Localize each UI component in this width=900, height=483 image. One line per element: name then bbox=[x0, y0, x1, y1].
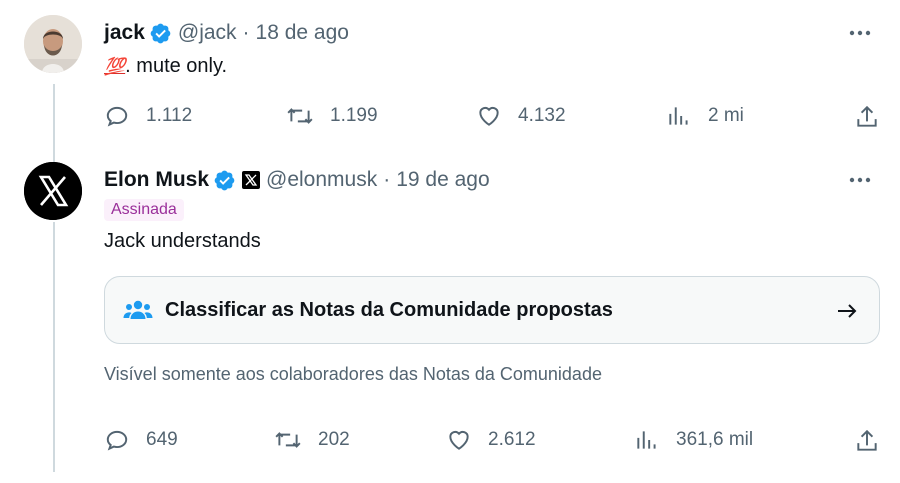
affiliate-x-icon[interactable] bbox=[242, 171, 261, 189]
notes-visibility-text: Visível somente aos colaboradores das No… bbox=[104, 364, 602, 384]
view-count: 361,6 mil bbox=[676, 429, 754, 450]
more-icon bbox=[849, 177, 871, 183]
author-name[interactable]: Elon Musk bbox=[104, 168, 209, 192]
x-logo-icon bbox=[24, 162, 82, 220]
reply-button[interactable]: 1.112 bbox=[104, 103, 192, 129]
repost-count: 202 bbox=[318, 429, 350, 450]
reply-icon bbox=[106, 106, 128, 127]
views-icon bbox=[669, 107, 688, 125]
author-handle[interactable]: @elonmusk bbox=[266, 168, 377, 192]
views-icon bbox=[637, 431, 656, 449]
reply-count: 1.112 bbox=[146, 105, 193, 126]
more-button[interactable] bbox=[840, 163, 880, 197]
repost-count: 1.199 bbox=[330, 105, 378, 126]
verified-icon bbox=[149, 22, 172, 45]
more-icon bbox=[849, 30, 871, 36]
share-button[interactable] bbox=[854, 104, 880, 135]
views-button[interactable]: 2 mi bbox=[666, 103, 744, 129]
separator: · bbox=[383, 168, 391, 191]
tweet-header: Elon Musk @elonmusk · 19 de ago bbox=[104, 163, 880, 197]
reply-count: 649 bbox=[146, 429, 178, 450]
reply-icon bbox=[106, 430, 128, 451]
hundred-points-emoji: 💯 bbox=[104, 57, 126, 76]
verified-icon bbox=[213, 169, 236, 192]
repost-icon bbox=[275, 432, 301, 448]
more-button[interactable] bbox=[840, 16, 880, 50]
tweet-header: jack @jack · 18 de ago bbox=[104, 16, 880, 50]
rate-notes-label: Classificar as Notas da Comunidade propo… bbox=[165, 298, 613, 321]
like-button[interactable]: 2.612 bbox=[446, 427, 536, 453]
tweet-elonmusk[interactable]: Elon Musk @elonmusk · 19 de ago Assinada… bbox=[104, 163, 880, 255]
tweet-date[interactable]: 18 de ago bbox=[256, 21, 349, 45]
repost-icon bbox=[287, 108, 313, 124]
subscribed-badge: Assinada bbox=[104, 199, 184, 221]
avatar-elonmusk[interactable] bbox=[24, 162, 82, 220]
like-icon bbox=[449, 430, 469, 450]
repost-button[interactable]: 202 bbox=[274, 427, 350, 453]
share-icon bbox=[857, 429, 877, 451]
rate-community-notes-button[interactable]: Classificar as Notas da Comunidade propo… bbox=[104, 276, 880, 344]
like-count: 4.132 bbox=[518, 105, 566, 126]
tweet-actions: 1.112 1.199 4.132 2 mi bbox=[104, 96, 880, 136]
tweet-text: Jack understands bbox=[104, 230, 261, 252]
thread-line bbox=[53, 222, 55, 472]
share-icon bbox=[857, 105, 877, 127]
avatar-jack[interactable] bbox=[24, 15, 82, 73]
tweet-text-body: . mute only. bbox=[125, 55, 228, 77]
share-button[interactable] bbox=[854, 428, 880, 459]
community-icon bbox=[123, 300, 153, 319]
tweet-jack[interactable]: jack @jack · 18 de ago 💯. mute only. bbox=[104, 16, 880, 81]
tweet-actions: 649 202 2.612 361,6 mil bbox=[104, 420, 880, 460]
like-count: 2.612 bbox=[488, 429, 536, 450]
separator: · bbox=[242, 21, 250, 44]
reply-button[interactable]: 649 bbox=[104, 427, 178, 453]
tweet-text: 💯. mute only. bbox=[104, 52, 880, 81]
view-count: 2 mi bbox=[708, 105, 744, 126]
arrow-right-icon bbox=[838, 304, 857, 318]
like-button[interactable]: 4.132 bbox=[476, 103, 566, 129]
author-handle[interactable]: @jack bbox=[178, 21, 237, 45]
avatar-image bbox=[24, 15, 82, 73]
repost-button[interactable]: 1.199 bbox=[286, 103, 378, 129]
views-button[interactable]: 361,6 mil bbox=[634, 427, 753, 453]
tweet-date[interactable]: 19 de ago bbox=[396, 168, 489, 192]
like-icon bbox=[479, 106, 499, 126]
author-name[interactable]: jack bbox=[104, 21, 145, 45]
